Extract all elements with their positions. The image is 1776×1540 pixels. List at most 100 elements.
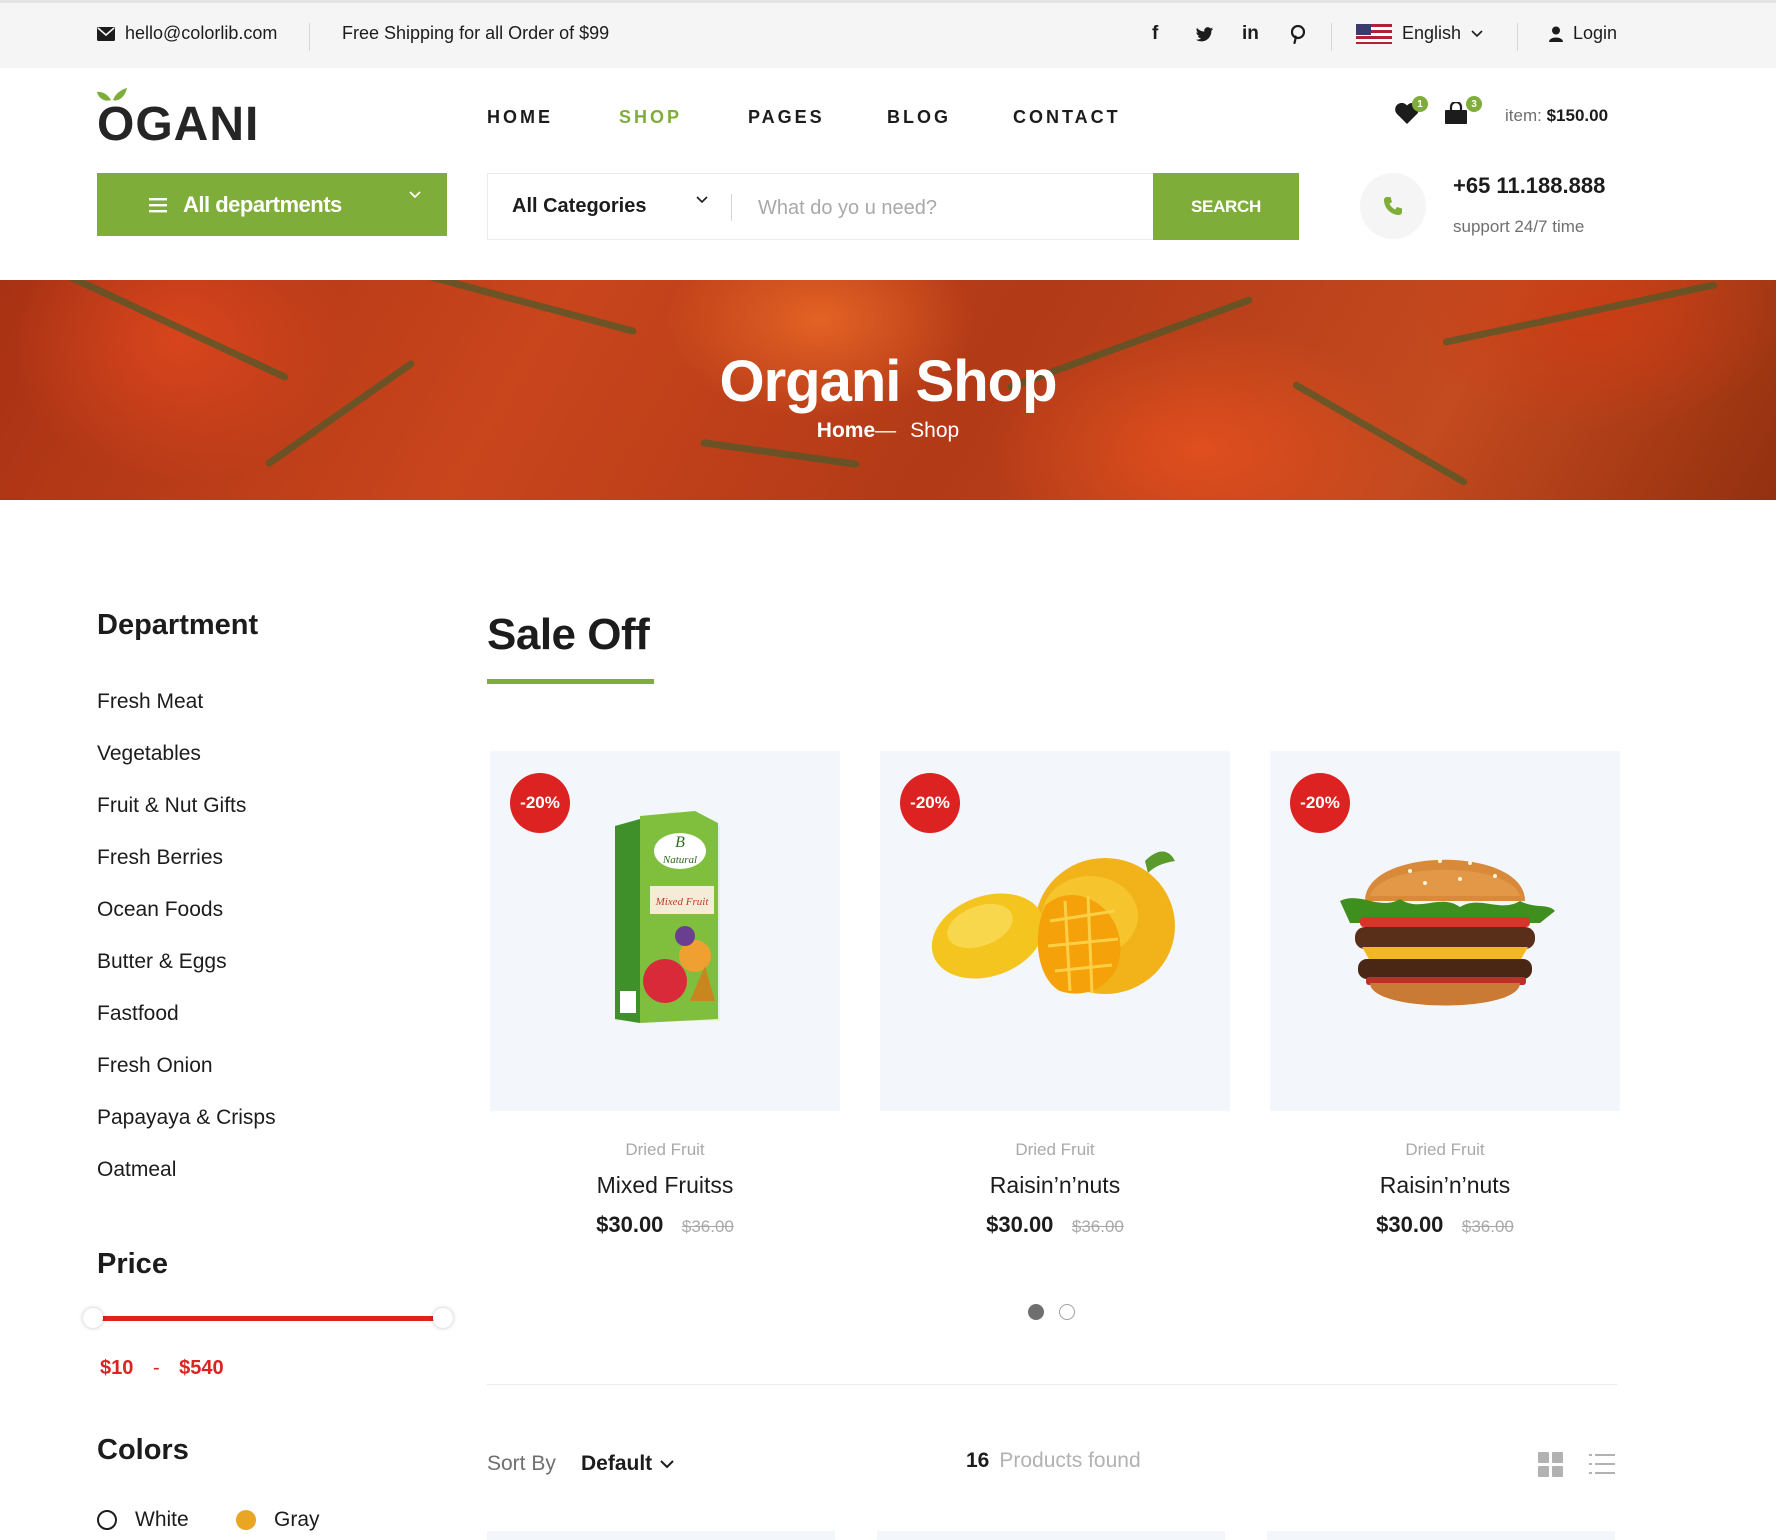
product-name[interactable]: Raisin’n’nuts	[1270, 1172, 1620, 1199]
discount-badge: -20%	[900, 773, 960, 833]
language-selector[interactable]: English	[1356, 23, 1483, 44]
price-max-handle[interactable]	[433, 1308, 453, 1328]
product-name[interactable]: Raisin’n’nuts	[880, 1172, 1230, 1199]
price-min-handle[interactable]	[83, 1308, 103, 1328]
phone-icon	[1384, 197, 1402, 215]
white-swatch	[97, 1510, 117, 1530]
price-dash: -	[152, 1357, 160, 1379]
sort-value: Default	[581, 1452, 653, 1475]
product-old-price: $36.00	[1461, 1217, 1514, 1236]
pinterest-icon[interactable]	[1291, 25, 1305, 44]
all-departments-button[interactable]: All departments	[97, 173, 447, 236]
facebook-icon[interactable]: f	[1152, 23, 1158, 45]
product-old-price: $36.00	[681, 1217, 734, 1236]
us-flag-icon	[1356, 23, 1392, 44]
divider	[309, 23, 310, 51]
department-item[interactable]: Ocean Foods	[97, 898, 276, 950]
department-item[interactable]: Papayaya & Crisps	[97, 1106, 276, 1158]
price-min: $10	[100, 1357, 134, 1379]
product-image[interactable]: B Natural Mixed Fruit -20%	[490, 751, 840, 1111]
logo-text: OGANI	[97, 98, 260, 151]
product-image[interactable]: -20%	[880, 751, 1230, 1111]
department-heading: Department	[97, 609, 259, 641]
linkedin-icon[interactable]: in	[1242, 23, 1259, 45]
all-departments-label: All departments	[183, 191, 342, 217]
price-range-values: $10 - $540	[100, 1357, 224, 1380]
chevron-down-icon	[660, 1459, 674, 1468]
product-old-price: $36.00	[1071, 1217, 1124, 1236]
chevron-down-icon	[1471, 29, 1483, 37]
hero-banner: Organi Shop Home— Shop	[0, 280, 1776, 500]
chevron-down-icon[interactable]	[696, 196, 708, 204]
breadcrumb-home[interactable]: Home	[817, 419, 875, 442]
nav-blog[interactable]: BLOG	[887, 107, 951, 128]
product-prices: $30.00 $36.00	[490, 1212, 840, 1238]
product-category: Dried Fruit	[1015, 1140, 1095, 1159]
colors-heading: Colors	[97, 1434, 189, 1466]
department-item[interactable]: Oatmeal	[97, 1158, 276, 1210]
cart-total-value: $150.00	[1546, 106, 1609, 125]
product-price: $30.00	[596, 1212, 664, 1237]
phone-icon-wrap	[1360, 173, 1426, 239]
department-item[interactable]: Fastfood	[97, 1002, 276, 1054]
hamburger-icon	[149, 197, 167, 212]
category-select[interactable]: All Categories	[512, 195, 646, 218]
search-input[interactable]	[758, 190, 1138, 226]
discount-badge: -20%	[510, 773, 570, 833]
nav-pages[interactable]: PAGES	[748, 107, 825, 128]
product-category: Dried Fruit	[1405, 1140, 1485, 1159]
department-item[interactable]: Fresh Berries	[97, 846, 276, 898]
envelope-icon	[97, 26, 115, 41]
products-found-label: Products found	[999, 1449, 1141, 1472]
twitter-icon[interactable]	[1195, 27, 1214, 43]
email-text: hello@colorlib.com	[125, 23, 278, 43]
department-item[interactable]: Fruit & Nut Gifts	[97, 794, 276, 846]
user-icon	[1549, 26, 1563, 42]
chevron-down-icon	[409, 191, 421, 199]
product-image[interactable]: -20%	[1270, 751, 1620, 1111]
product-card-partial	[1267, 1531, 1615, 1540]
gray-swatch	[236, 1510, 256, 1530]
color-label: Gray	[274, 1508, 320, 1531]
breadcrumb-separator: —	[875, 419, 897, 442]
color-option-gray[interactable]: Gray	[236, 1508, 320, 1532]
products-found: 16 Products found	[966, 1449, 1141, 1473]
grid-view-icon[interactable]	[1538, 1452, 1564, 1478]
sort-select[interactable]: Default	[581, 1452, 674, 1476]
nav-contact[interactable]: CONTACT	[1013, 107, 1121, 128]
svg-text:Natural: Natural	[662, 854, 697, 866]
product-card-partial	[487, 1531, 835, 1540]
price-heading: Price	[97, 1248, 168, 1280]
color-option-white[interactable]: White	[97, 1508, 189, 1532]
sale-off-heading: Sale Off	[487, 610, 650, 659]
cart-total-label: item:	[1505, 106, 1542, 125]
price-max: $540	[179, 1357, 224, 1379]
nav-shop[interactable]: SHOP	[619, 107, 682, 128]
department-item[interactable]: Butter & Eggs	[97, 950, 276, 1002]
price-range-track[interactable]	[97, 1316, 437, 1321]
nav-home[interactable]: HOME	[487, 107, 553, 128]
product-name[interactable]: Mixed Fruitss	[490, 1172, 840, 1199]
discount-badge: -20%	[1290, 773, 1350, 833]
search-button[interactable]: SEARCH	[1153, 173, 1299, 240]
divider	[1331, 23, 1332, 51]
contact-email[interactable]: hello@colorlib.com	[97, 23, 277, 44]
carousel-dot-active[interactable]	[1028, 1304, 1044, 1320]
section-divider	[487, 1384, 1617, 1385]
department-list: Fresh Meat Vegetables Fruit & Nut Gifts …	[97, 690, 276, 1210]
login-link[interactable]: Login	[1549, 23, 1617, 44]
department-item[interactable]: Fresh Meat	[97, 690, 276, 742]
list-view-icon[interactable]	[1589, 1452, 1615, 1476]
department-item[interactable]: Vegetables	[97, 742, 276, 794]
phone-number[interactable]: +65 11.188.888	[1453, 173, 1605, 199]
logo[interactable]: OGANI	[97, 88, 258, 151]
product-category: Dried Fruit	[625, 1140, 705, 1159]
svg-text:B: B	[675, 834, 685, 851]
support-text: support 24/7 time	[1453, 217, 1585, 236]
department-item[interactable]: Fresh Onion	[97, 1054, 276, 1106]
heading-underline	[487, 679, 654, 684]
sort-by-label: Sort By	[487, 1452, 556, 1475]
carousel-dot[interactable]	[1059, 1304, 1075, 1320]
svg-text:Mixed Fruit: Mixed Fruit	[655, 896, 710, 908]
product-prices: $30.00 $36.00	[880, 1212, 1230, 1238]
